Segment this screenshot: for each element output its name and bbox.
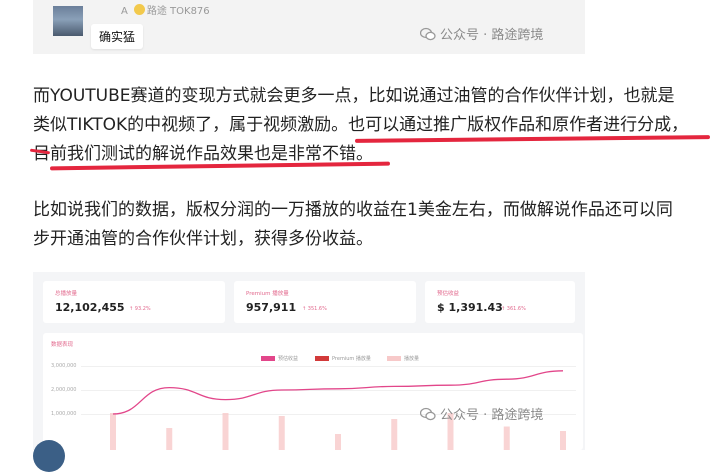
avatar (53, 6, 83, 36)
stat-value: 957,911 (246, 301, 297, 314)
chart-bar (503, 426, 510, 450)
wechat-icon (420, 27, 436, 41)
chart-bar (560, 431, 566, 450)
chart-bar (166, 428, 173, 450)
paragraph-line: 步开通油管的合作伙伴计划，获得多份收益。 (33, 229, 373, 249)
chart-panel: 数据表现 预估收益 Premium 播放量 播放量 3,000,000 2,00… (43, 333, 583, 450)
emoji-icon (133, 4, 145, 15)
stat-label: 总播放量 (55, 291, 78, 297)
paragraph-1: 而YOUTUBE赛道的变现方式就会更多一点，比如说通过油管的合作伙伴计划，也就是… (33, 82, 713, 169)
comment-text: 确实猛 (91, 24, 144, 49)
stat-value: $ 1,391.43 (437, 301, 503, 314)
dashboard-screenshot: 总播放量 12,102,455 ↑ 93.2% Premium 播放量 957,… (33, 272, 585, 450)
line-chart (110, 370, 566, 450)
chart-bar (335, 434, 341, 450)
chart-bar (278, 416, 285, 450)
paragraph-line: 比如说我们的数据，版权分润的一万播放的收益在1美金左右，而做解说作品还可以同 (33, 200, 673, 220)
watermark-bottom: 公众号 · 路途跨境 (420, 404, 543, 423)
comment-username: A 路途 TOK876 (121, 2, 210, 17)
watermark-top: 公众号 · 路途跨境 (420, 24, 543, 43)
chart-bar (222, 413, 229, 450)
stat-change: ↑ 93.2% (129, 306, 151, 312)
stat-label: Premium 播放量 (246, 291, 289, 297)
stat-label: 预估收益 (437, 291, 460, 297)
username-tag: TOK876 (170, 6, 210, 17)
stat-change: ↑ 361.6% (501, 306, 526, 312)
chart-bar (391, 419, 398, 450)
stat-card: 预估收益 $ 1,391.43 ↑ 361.6% (425, 281, 575, 323)
wechat-icon (420, 407, 436, 421)
author-avatar[interactable] (33, 440, 65, 472)
paragraph-2: 比如说我们的数据，版权分润的一万播放的收益在1美金左右，而做解说作品还可以同 步… (33, 196, 713, 254)
stat-change: ↑ 351.6% (302, 306, 327, 312)
stat-card: Premium 播放量 957,911 ↑ 351.6% (234, 281, 416, 323)
username-prefix: A (121, 6, 128, 17)
stat-value: 12,102,455 (55, 301, 125, 314)
paragraph-line: 而YOUTUBE赛道的变现方式就会更多一点，比如说通过油管的合作伙伴计划，也就是 (33, 86, 675, 106)
stat-card: 总播放量 12,102,455 ↑ 93.2% (43, 281, 225, 323)
username-name: 路途 (146, 6, 167, 17)
chart-bar (110, 413, 116, 450)
